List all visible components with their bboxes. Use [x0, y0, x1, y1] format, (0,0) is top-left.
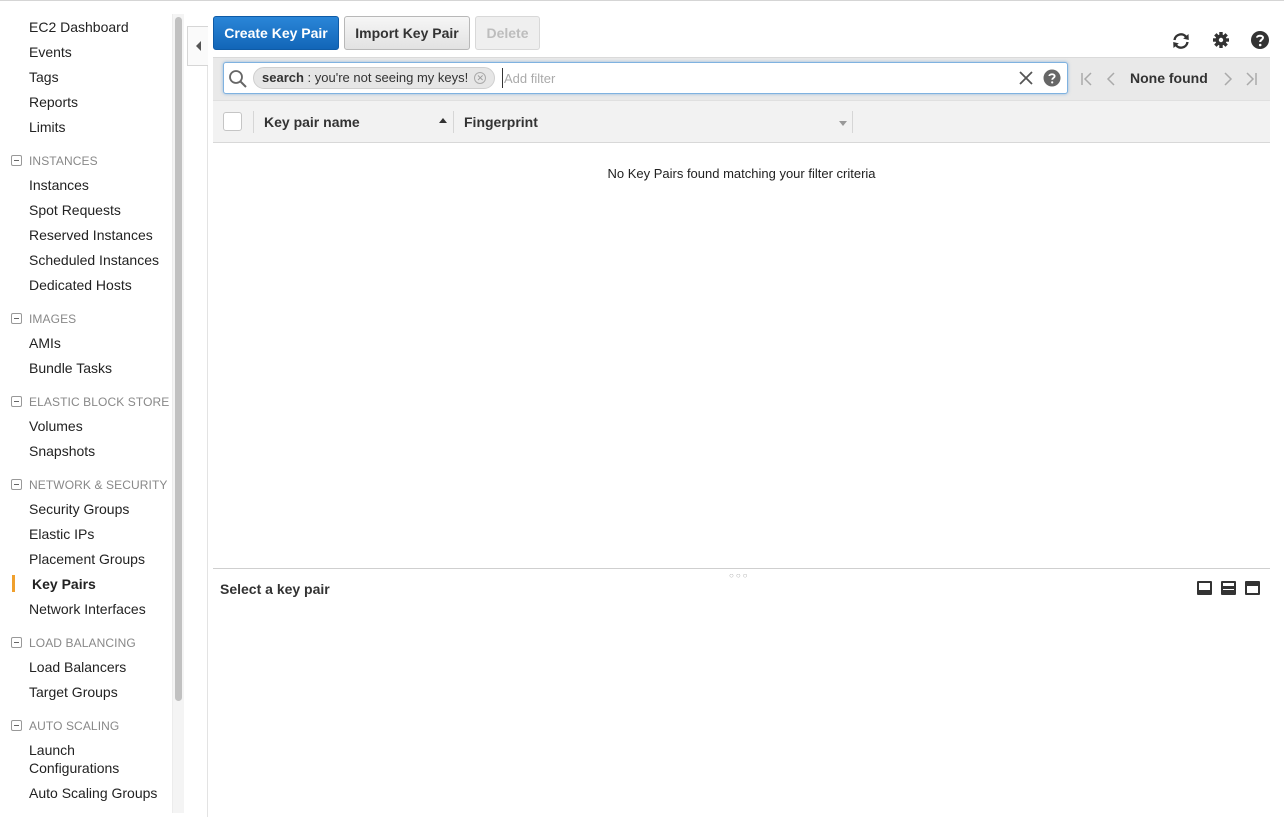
collapse-icon[interactable]	[11, 396, 22, 407]
sort-ascending-icon[interactable]	[439, 118, 447, 123]
sidebar-item-target-groups[interactable]: Target Groups	[29, 683, 118, 701]
search-icon	[229, 70, 247, 88]
filter-token-value: : you're not seeing my keys!	[303, 70, 469, 85]
collapse-icon[interactable]	[11, 720, 22, 731]
column-header-key-pair-name[interactable]: Key pair name	[264, 114, 360, 130]
filter-token-key: search	[262, 70, 304, 85]
section-header-images[interactable]: IMAGES	[11, 312, 76, 326]
select-all-checkbox[interactable]	[223, 112, 242, 131]
section-header-load-balancing[interactable]: LOAD BALANCING	[11, 636, 136, 650]
sidebar-item-reports[interactable]: Reports	[29, 93, 78, 111]
table-header	[213, 100, 1270, 143]
section-header-elastic-block-store[interactable]: ELASTIC BLOCK STORE	[11, 395, 169, 409]
sidebar-item-placement-groups[interactable]: Placement Groups	[29, 550, 145, 568]
filter-token[interactable]: search : you're not seeing my keys! ✕	[253, 67, 496, 89]
section-header-auto-scaling[interactable]: AUTO SCALING	[11, 719, 119, 733]
top-border	[0, 0, 1284, 1]
sidebar-item-snapshots[interactable]: Snapshots	[29, 442, 95, 460]
sidebar-item-bundle-tasks[interactable]: Bundle Tasks	[29, 359, 112, 377]
collapse-icon[interactable]	[11, 313, 22, 324]
collapse-icon[interactable]	[11, 479, 22, 490]
collapse-icon[interactable]	[11, 155, 22, 166]
prev-page-icon[interactable]	[1104, 71, 1118, 87]
section-header-network-security[interactable]: NETWORK & SECURITY	[11, 478, 167, 492]
refresh-icon[interactable]	[1171, 31, 1191, 51]
column-separator[interactable]	[453, 111, 454, 133]
sidebar-collapse-handle[interactable]	[187, 26, 208, 66]
detail-pane-title: Select a key pair	[220, 581, 330, 597]
layout-bottom-icon[interactable]	[1197, 581, 1212, 595]
section-label: AUTO SCALING	[29, 719, 120, 733]
first-page-icon[interactable]	[1080, 71, 1094, 87]
import-key-pair-button[interactable]: Import Key Pair	[344, 16, 470, 50]
layout-middle-icon[interactable]	[1221, 581, 1236, 595]
active-indicator	[12, 575, 15, 592]
token-remove-icon[interactable]: ✕	[474, 72, 487, 84]
layout-top-icon[interactable]	[1245, 581, 1260, 595]
sidebar-item-auto-scaling-groups[interactable]: Auto Scaling Groups	[29, 784, 157, 802]
section-header-instances[interactable]: INSTANCES	[11, 154, 98, 168]
column-separator	[253, 111, 254, 133]
sidebar-nav: EC2 Dashboard Events Tags Reports Limits…	[0, 1, 172, 817]
sidebar-item-events[interactable]: Events	[29, 43, 72, 61]
sidebar-item-reserved-instances[interactable]: Reserved Instances	[29, 226, 153, 244]
sidebar-item-security-groups[interactable]: Security Groups	[29, 500, 129, 518]
sidebar-item-key-pairs[interactable]: Key Pairs	[32, 575, 96, 593]
section-label: ELASTIC BLOCK STORE	[29, 395, 170, 409]
content-divider	[207, 66, 208, 817]
add-filter-input[interactable]	[502, 68, 1002, 88]
create-key-pair-button[interactable]: Create Key Pair	[213, 16, 339, 50]
empty-table-message: No Key Pairs found matching your filter …	[607, 166, 876, 181]
column-separator[interactable]	[852, 111, 853, 133]
section-label: LOAD BALANCING	[29, 636, 136, 650]
sidebar-item-volumes[interactable]: Volumes	[29, 417, 83, 435]
sidebar-item-network-interfaces[interactable]: Network Interfaces	[29, 600, 146, 618]
next-page-icon[interactable]	[1221, 71, 1235, 87]
collapse-icon[interactable]	[11, 637, 22, 648]
last-page-icon[interactable]	[1244, 71, 1258, 87]
sidebar-item-limits[interactable]: Limits	[29, 118, 66, 136]
sidebar-item-launch-configurations[interactable]: Launch	[29, 741, 75, 759]
sidebar-item-elastic-ips[interactable]: Elastic IPs	[29, 525, 94, 543]
help-icon[interactable]	[1250, 30, 1270, 50]
sidebar-item-load-balancers[interactable]: Load Balancers	[29, 658, 126, 676]
sidebar-item-instances[interactable]: Instances	[29, 176, 89, 194]
sidebar-scrollbar-thumb[interactable]	[175, 17, 182, 701]
sidebar-item-amis[interactable]: AMIs	[29, 334, 61, 352]
sidebar-item-tags[interactable]: Tags	[29, 68, 59, 86]
gear-icon[interactable]	[1211, 30, 1231, 50]
section-label: NETWORK & SECURITY	[29, 478, 168, 492]
sidebar-item-dedicated-hosts[interactable]: Dedicated Hosts	[29, 276, 132, 294]
section-label: IMAGES	[29, 312, 77, 326]
sort-descending-icon[interactable]	[839, 121, 847, 126]
split-pane-grip[interactable]: ○○○	[729, 571, 750, 580]
column-header-fingerprint[interactable]: Fingerprint	[464, 114, 538, 130]
filter-help-icon[interactable]	[1043, 69, 1061, 87]
sidebar-item-ec2-dashboard[interactable]: EC2 Dashboard	[29, 18, 129, 36]
delete-button[interactable]: Delete	[475, 16, 540, 50]
sidebar-item-spot-requests[interactable]: Spot Requests	[29, 201, 121, 219]
sidebar-item-launch-configurations-line2[interactable]: Configurations	[29, 759, 119, 777]
section-label: INSTANCES	[29, 154, 98, 168]
clear-filter-icon[interactable]	[1017, 69, 1035, 87]
pager-status: None found	[1130, 70, 1208, 86]
split-pane-divider[interactable]	[213, 568, 1270, 569]
sidebar-item-scheduled-instances[interactable]: Scheduled Instances	[29, 251, 159, 269]
